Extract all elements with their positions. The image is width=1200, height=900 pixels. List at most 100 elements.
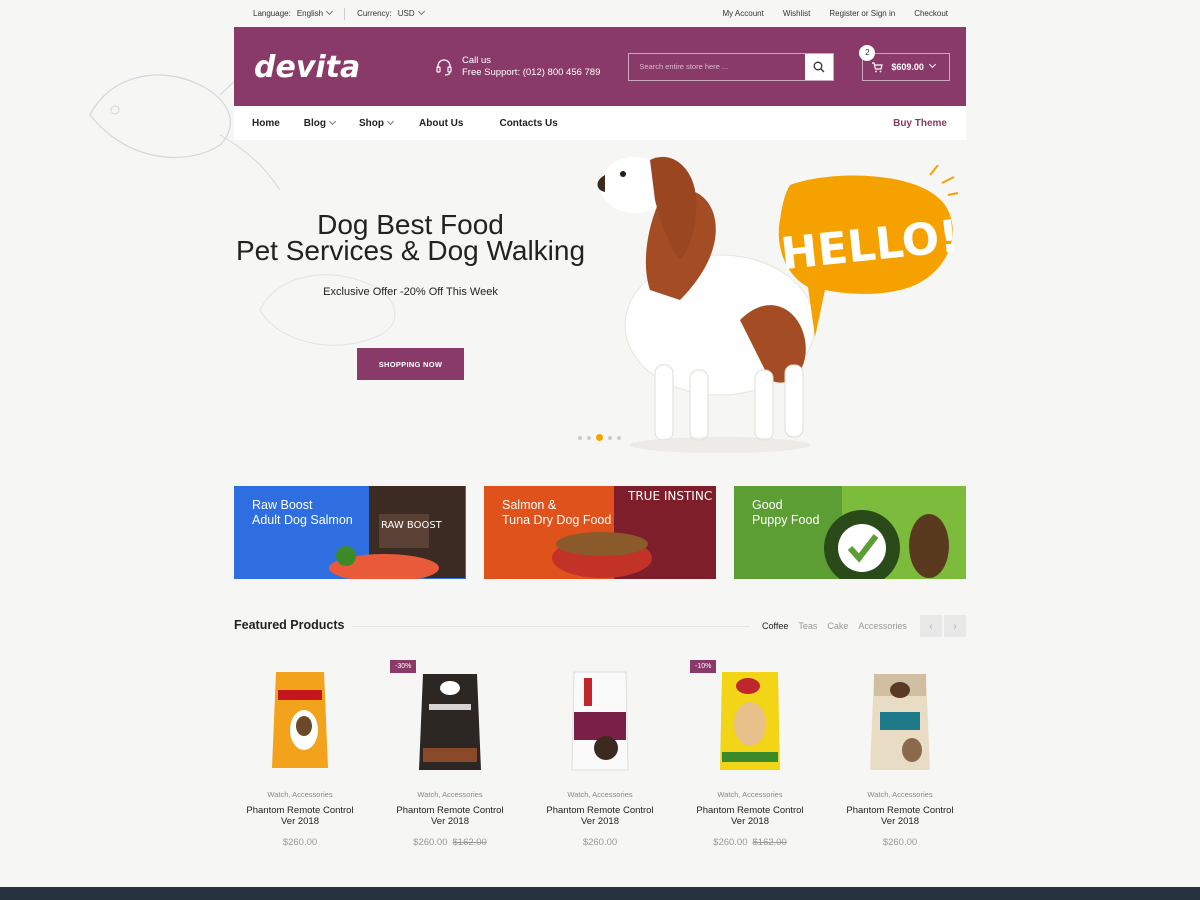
site-header: devita Call us Free Support: (012) 800 4… xyxy=(234,27,966,106)
cart-count-badge: 2 xyxy=(859,44,876,61)
product-price: $260.00 $162.00 xyxy=(413,837,487,848)
slider-dot[interactable] xyxy=(608,435,612,440)
product-image[interactable]: -10% xyxy=(684,660,816,780)
svg-text:devita: devita xyxy=(254,50,360,84)
tab-teas[interactable]: Teas xyxy=(798,621,817,631)
nav-item-about[interactable]: About Us xyxy=(419,118,463,129)
search-bar xyxy=(628,52,835,81)
slider-dots xyxy=(578,434,621,441)
divider xyxy=(352,626,750,627)
featured-products-title: Featured Products xyxy=(234,618,345,632)
banner-puppy-food[interactable]: Good Puppy Food xyxy=(734,486,966,579)
product-card[interactable]: -30% Watch, Accessories Phantom Remote C… xyxy=(384,660,516,848)
prev-arrow-button[interactable]: ‹ xyxy=(920,615,942,637)
carousel-arrows: ‹ › xyxy=(920,615,966,637)
product-name[interactable]: Phantom Remote Control Ver 2018 xyxy=(384,805,516,827)
product-old-price: $162.00 xyxy=(452,837,487,848)
main-nav: Home Blog Shop About Us Contacts Us Buy … xyxy=(234,106,966,140)
chevron-down-icon xyxy=(326,7,334,16)
product-card[interactable]: -10% Watch, Accessories Phantom Remote C… xyxy=(684,660,816,848)
slider-dot-active[interactable] xyxy=(596,434,603,441)
svg-text:TRUE INSTINC: TRUE INSTINC xyxy=(627,489,712,503)
language-label: Language: xyxy=(253,9,291,18)
product-name[interactable]: Phantom Remote Control Ver 2018 xyxy=(234,805,366,827)
tab-cake[interactable]: Cake xyxy=(827,621,848,631)
sale-badge: -30% xyxy=(390,660,417,673)
svg-text:RAW BOOST: RAW BOOST xyxy=(381,520,443,531)
nav-item-home[interactable]: Home xyxy=(252,118,280,129)
hero-title: Dog Best Food Pet Services & Dog Walking xyxy=(235,209,586,266)
product-name[interactable]: Phantom Remote Control Ver 2018 xyxy=(834,805,966,827)
currency-label: Currency: xyxy=(357,9,392,18)
my-account-link[interactable]: My Account xyxy=(722,9,763,18)
product-image[interactable] xyxy=(834,660,966,780)
product-categories: Watch, Accessories xyxy=(417,790,483,799)
nav-item-shop[interactable]: Shop xyxy=(359,117,395,129)
buy-theme-link[interactable]: Buy Theme xyxy=(893,118,947,129)
checkout-link[interactable]: Checkout xyxy=(914,9,948,18)
wishlist-link[interactable]: Wishlist xyxy=(783,9,811,18)
chevron-down-icon xyxy=(386,117,395,125)
product-image[interactable] xyxy=(534,660,666,780)
dog-food-bag-image xyxy=(720,671,780,770)
slider-dot[interactable] xyxy=(617,435,621,440)
hero-text: Dog Best Food Pet Services & Dog Walking… xyxy=(228,209,593,299)
banner-salmon-tuna[interactable]: TRUE INSTINC Salmon & Tuna Dry Dog Food xyxy=(484,486,716,579)
support-info: Call us Free Support: (012) 800 456 789 xyxy=(434,55,600,79)
search-input[interactable] xyxy=(629,53,806,80)
product-old-price: $162.00 xyxy=(752,837,787,848)
banner-raw-boost[interactable]: RAW BOOST Raw Boost Adult Dog Salmon xyxy=(234,486,466,579)
product-categories: Watch, Accessories xyxy=(717,790,783,799)
headset-icon xyxy=(436,58,452,76)
chevron-down-icon xyxy=(928,60,936,69)
dog-food-bag-image xyxy=(272,671,328,768)
product-price: $260.00 xyxy=(582,837,618,848)
featured-tabs: Coffee Teas Cake Accessories xyxy=(762,621,907,631)
language-select[interactable]: English xyxy=(297,7,334,18)
hello-speech-bubble: HELLO! xyxy=(778,165,960,337)
register-signin-link[interactable]: Register or Sign in xyxy=(829,9,895,18)
hero-offer: Exclusive Offer -20% Off This Week xyxy=(323,286,498,298)
nav-item-blog[interactable]: Blog xyxy=(304,117,337,129)
product-card[interactable]: Watch, Accessories Phantom Remote Contro… xyxy=(534,660,666,848)
product-image[interactable]: -30% xyxy=(384,660,516,780)
banner-title: Good Puppy Food xyxy=(752,498,820,527)
cart-total: $609.00 xyxy=(891,61,924,72)
divider xyxy=(344,7,346,20)
sale-badge: -10% xyxy=(690,660,717,673)
search-button[interactable] xyxy=(805,53,834,80)
product-categories: Watch, Accessories xyxy=(567,790,633,799)
support-title: Call us xyxy=(462,54,492,66)
banner-title: Salmon & Tuna Dry Dog Food xyxy=(502,498,612,527)
next-arrow-button[interactable]: › xyxy=(944,615,966,637)
cart-button[interactable]: 2 $609.00 xyxy=(859,44,951,81)
cart-icon xyxy=(872,61,884,72)
support-phone: Free Support: (012) 800 456 789 xyxy=(462,66,601,78)
slider-dot[interactable] xyxy=(587,435,591,440)
product-categories: Watch, Accessories xyxy=(867,790,933,799)
product-name[interactable]: Phantom Remote Control Ver 2018 xyxy=(534,805,666,827)
product-price: $260.00 xyxy=(882,837,918,848)
tab-coffee[interactable]: Coffee xyxy=(762,621,788,631)
product-name[interactable]: Phantom Remote Control Ver 2018 xyxy=(684,805,816,827)
product-image[interactable] xyxy=(234,660,366,780)
product-card[interactable]: Watch, Accessories Phantom Remote Contro… xyxy=(834,660,966,848)
shopping-now-button[interactable]: SHOPPING NOW xyxy=(357,348,464,380)
dog-food-bag-image xyxy=(571,671,629,770)
product-card[interactable]: Watch, Accessories Phantom Remote Contro… xyxy=(234,660,366,848)
nav-item-contacts[interactable]: Contacts Us xyxy=(499,118,557,129)
footer xyxy=(0,887,1200,900)
slider-dot[interactable] xyxy=(578,435,582,440)
currency-select[interactable]: USD xyxy=(398,7,425,18)
tab-accessories[interactable]: Accessories xyxy=(858,621,907,631)
chevron-down-icon xyxy=(417,7,425,16)
dog-food-bag-image xyxy=(870,673,930,770)
dog-food-bag-image xyxy=(419,673,481,770)
product-categories: Watch, Accessories xyxy=(267,790,333,799)
product-price: $260.00 xyxy=(282,837,318,848)
chevron-down-icon xyxy=(328,117,337,125)
top-bar: Language: English Currency: USD My Accou… xyxy=(234,0,966,27)
devita-logo[interactable]: devita xyxy=(252,50,382,84)
search-icon xyxy=(813,61,825,72)
product-price: $260.00 $162.00 xyxy=(713,837,787,848)
